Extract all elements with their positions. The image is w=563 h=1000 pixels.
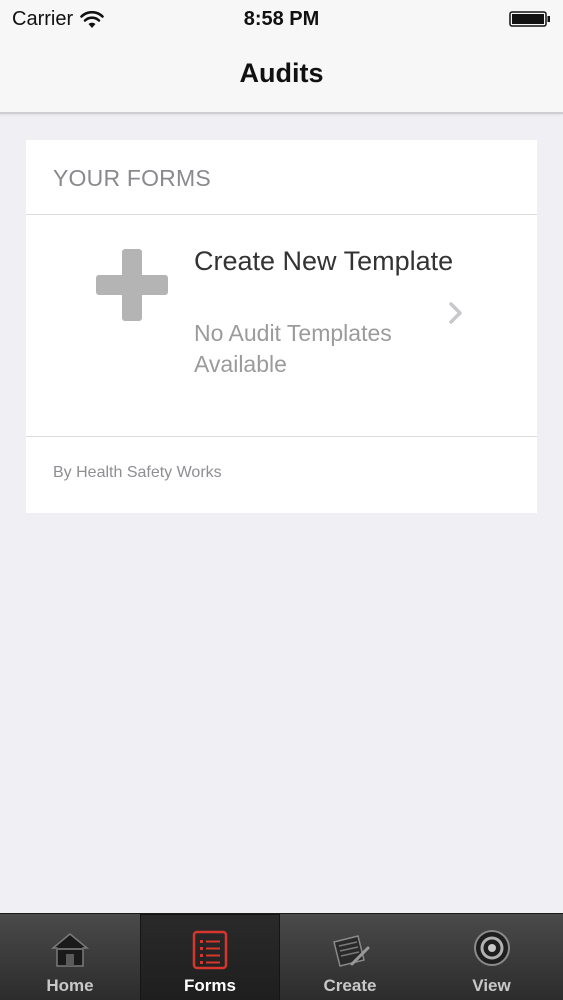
section-header: YOUR FORMS [26,140,537,215]
template-row-title: Create New Template [194,246,454,276]
tab-view-label: View [472,976,511,995]
tab-bar: Home Forms Create View [0,913,563,1000]
footer-credit: By Health Safety Works [53,464,222,481]
battery-icon [509,11,550,27]
chevron-right-icon [449,302,462,324]
plus-icon [96,249,168,321]
tab-home[interactable]: Home [0,914,140,1000]
eye-icon [473,930,510,966]
navigation-bar: Audits [0,38,563,114]
status-bar: Carrier 8:58 PM [0,0,563,38]
page-title: Audits [239,58,324,88]
list-icon [192,930,228,970]
tab-forms[interactable]: Forms [140,914,280,1000]
tab-forms-label: Forms [184,976,236,995]
status-time: 8:58 PM [243,8,320,30]
template-row-subtitle: No Audit Templates Available [194,320,392,377]
tab-create[interactable]: Create [280,914,420,1000]
forms-card: YOUR FORMS Create New Template No Audit … [26,140,537,513]
section-header-label: YOUR FORMS [53,165,211,191]
tab-home-label: Home [46,976,94,995]
edit-document-icon [333,935,370,967]
tab-view[interactable]: View [420,914,563,1000]
create-new-template-row[interactable]: Create New Template No Audit Templates A… [26,215,537,437]
home-icon [50,933,90,967]
tab-create-label: Create [323,976,377,995]
